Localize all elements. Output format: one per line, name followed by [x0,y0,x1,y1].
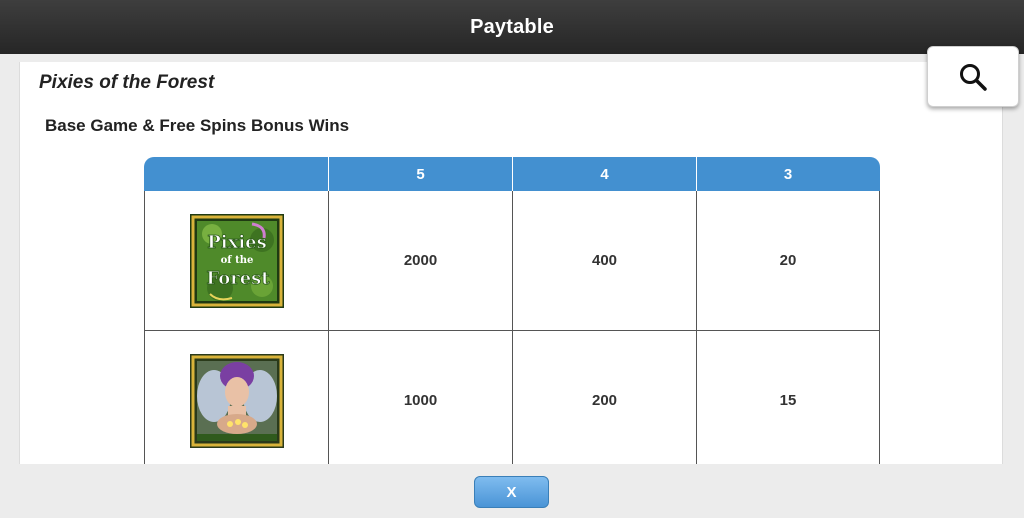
close-button[interactable]: X [474,476,549,508]
payout-cell-4: 200 [512,331,696,464]
logo-word-3: Forest [206,268,270,289]
table-row: Pixies of the Forest 2000 400 20 [144,191,880,331]
column-header-4: 4 [512,157,696,191]
search-button[interactable] [927,46,1019,107]
table-header-row: 5 4 3 [144,157,880,191]
column-header-5: 5 [328,157,512,191]
symbol-cell: Pixies of the Forest [144,191,328,331]
page-title: Paytable [470,15,554,38]
pixies-of-the-forest-logo-symbol: Pixies of the Forest [189,213,284,308]
table-row: 1000 200 15 [144,331,880,464]
payout-cell-3: 15 [696,331,880,464]
column-header-3: 3 [696,157,880,191]
payout-cell-5: 1000 [328,331,512,464]
fairy-symbol [189,353,284,448]
paytable-panel[interactable]: Pixies of the Forest Base Game & Free Sp… [19,62,1003,464]
game-title: Pixies of the Forest [39,72,215,93]
paytable-table: 5 4 3 Pixies of the Forest 2000 400 20 1… [144,157,880,464]
logo-word-2: of the [220,255,253,266]
payout-cell-3: 20 [696,191,880,331]
column-header-symbol [144,157,328,191]
symbol-cell [144,331,328,464]
search-icon [960,63,987,91]
title-bar: Paytable [0,0,1024,54]
payout-cell-5: 2000 [328,191,512,331]
section-title: Base Game & Free Spins Bonus Wins [45,116,350,135]
logo-word-1: Pixies [207,232,267,253]
payout-cell-4: 400 [512,191,696,331]
